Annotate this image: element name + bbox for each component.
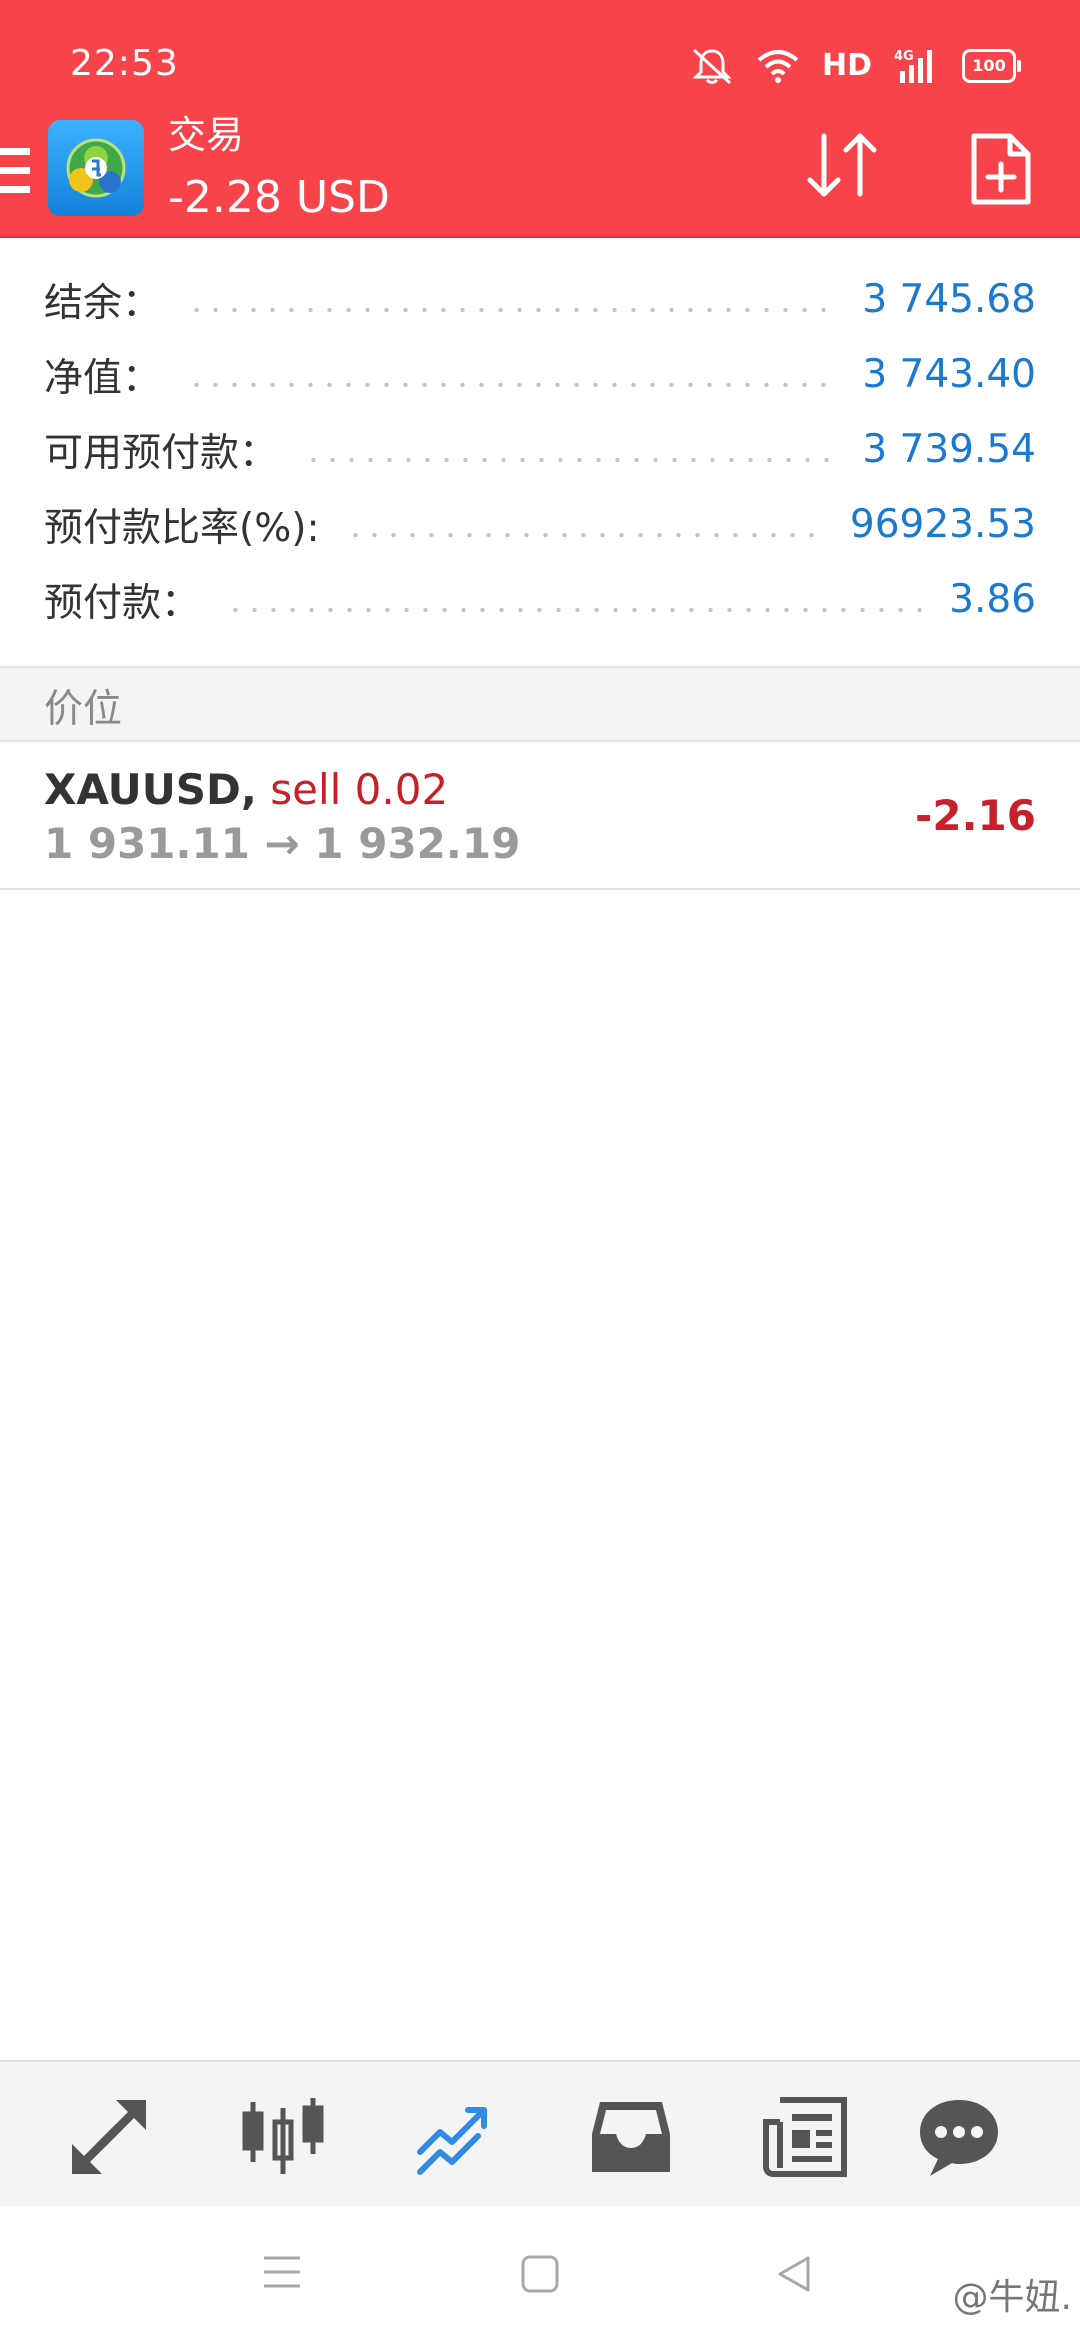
summary-row-margin-level: 预付款比率(%): 96923.53 [0,487,1080,562]
recents-button[interactable] [262,2254,302,2290]
metatrader-logo-icon [66,138,126,198]
summary-row-equity: 净值： 3 743.40 [0,337,1080,412]
dot-leader [187,307,837,312]
battery-icon: 100 [962,49,1021,83]
dot-leader [345,532,824,537]
summary-row-balance: 结余： 3 745.68 [0,262,1080,337]
current-price: 1 932.19 [314,819,521,868]
nav-news[interactable] [760,2092,850,2182]
summary-row-margin: 预付款： 3.86 [0,562,1080,637]
system-nav-bar: @牛妞. [0,2206,1080,2340]
back-button[interactable] [774,2254,814,2294]
trade-icon [417,2107,487,2175]
watermark: @牛妞. [952,2277,1072,2318]
messages-icon [920,2100,998,2176]
open-price: 1 931.11 [44,819,250,868]
equity-label: 净值： [44,355,162,401]
floating-profit: -2.28 USD [168,172,390,223]
margin-value: 3.86 [949,577,1036,622]
recents-icon [264,2256,300,2288]
margin-level-label: 预付款比率(%): [44,505,320,551]
balance-label: 结余： [44,280,162,326]
wifi-icon [757,50,799,83]
news-icon [763,2097,847,2177]
position-prices: 1 931.11 → 1 932.19 [44,816,520,872]
free-margin-value: 3 739.54 [862,427,1036,472]
bottom-nav [0,2060,1080,2206]
nav-trade[interactable] [412,2092,502,2182]
menu-icon[interactable] [0,148,30,194]
nav-chart[interactable] [238,2092,328,2182]
summary-row-free-margin: 可用预付款： 3 739.54 [0,412,1080,487]
quotes-icon [72,2100,146,2174]
price-arrow: → [264,819,300,868]
home-icon [521,2255,559,2293]
signal-label: 4G [894,49,914,64]
mute-bell-icon [692,48,732,85]
positions-section-header: 价位 [0,666,1080,742]
new-order-icon [971,133,1031,205]
chart-icon [242,2098,324,2174]
home-button[interactable] [520,2254,560,2294]
nav-messages[interactable] [914,2092,1004,2182]
equity-value: 3 743.40 [862,352,1036,397]
margin-label: 预付款： [44,580,201,626]
new-order-button[interactable] [970,132,1032,206]
nav-quotes[interactable] [64,2092,154,2182]
status-icons: HD 4G 100 [690,44,1021,88]
margin-level-value: 96923.53 [849,502,1036,547]
section-title: 价位 [44,687,123,732]
free-margin-label: 可用预付款： [44,430,279,476]
position-symbol: XAUUSD, [44,765,257,814]
back-icon [778,2256,810,2292]
status-time: 22:53 [70,43,179,84]
position-header: XAUUSD, sell 0.02 [44,762,448,818]
page-title: 交易 [168,113,245,157]
nav-history[interactable] [586,2092,676,2182]
position-order: sell 0.02 [270,765,449,814]
history-icon [592,2102,670,2172]
position-row[interactable]: XAUUSD, sell 0.02 1 931.11 → 1 932.19 -2… [0,742,1080,890]
title-block: 交易 -2.28 USD [168,108,390,228]
position-profit: -2.16 [914,791,1036,840]
signal-icon: 4G [894,49,932,83]
account-summary: 结余： 3 745.68 净值： 3 743.40 可用预付款： 3 739.5… [0,262,1080,637]
sort-icon [807,133,877,197]
dot-leader [226,607,924,612]
sort-button[interactable] [804,128,880,204]
hd-label: HD [821,48,872,83]
app-logo [48,120,144,216]
dot-leader [304,457,837,462]
app-header: 22:53 HD 4G 100 交易 -2.28 USD [0,0,1080,238]
dot-leader [187,382,837,387]
balance-value: 3 745.68 [862,277,1036,322]
